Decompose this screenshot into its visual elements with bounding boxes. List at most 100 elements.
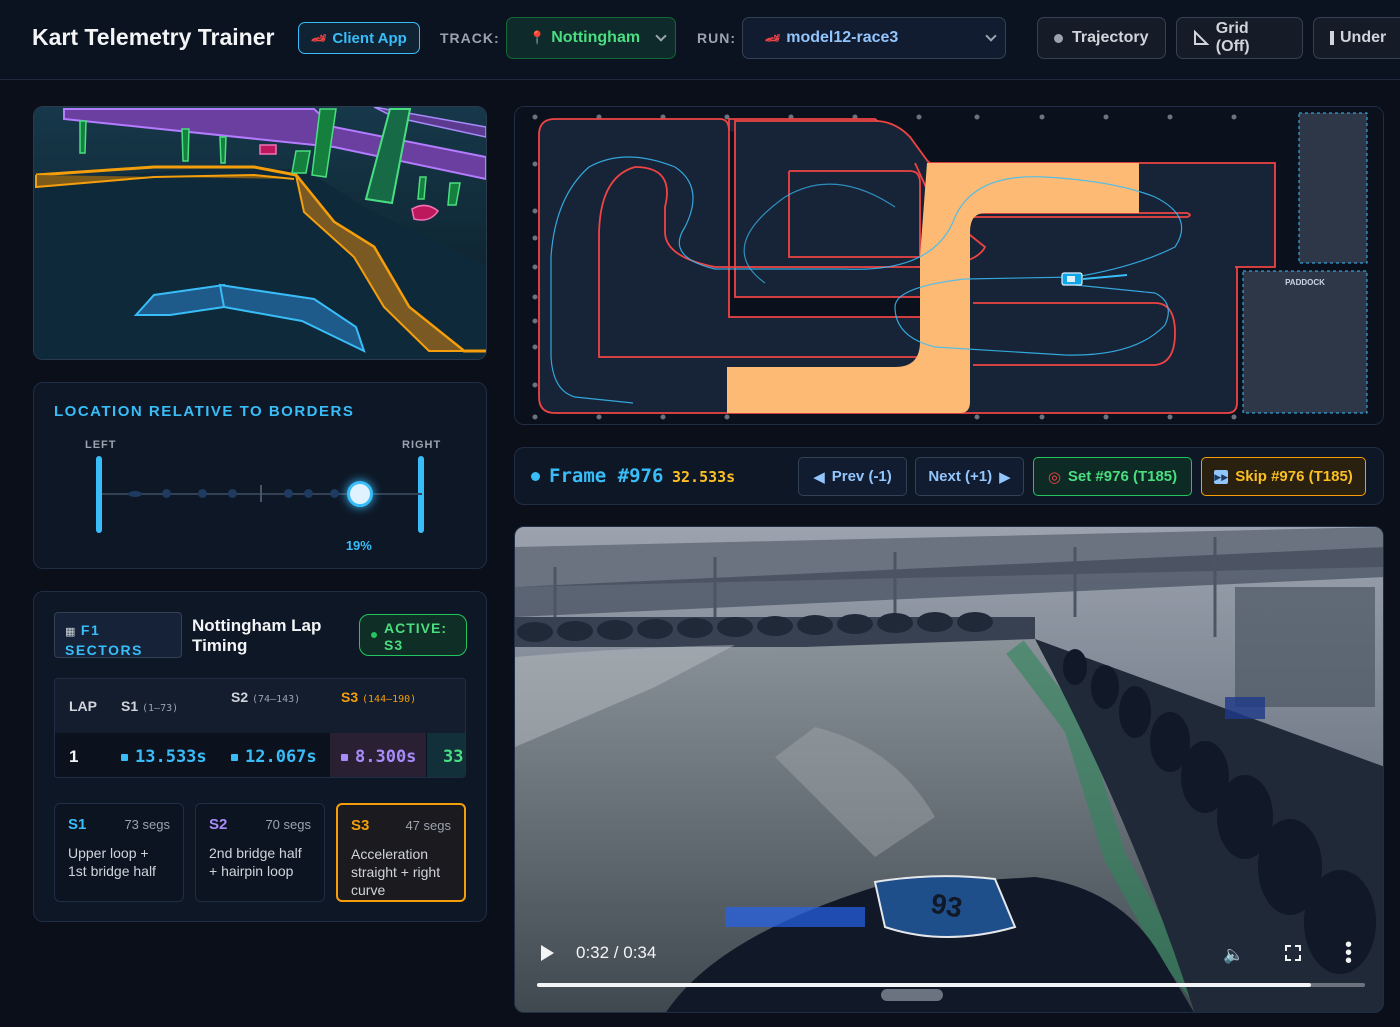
track-map[interactable]: PADDOCK bbox=[514, 106, 1384, 425]
sector-card-name: S3 bbox=[351, 817, 370, 834]
sector-timing-panel: ▦ F1 SECTORS Nottingham Lap Timing ACTIVE… bbox=[33, 591, 487, 922]
right-label: RIGHT bbox=[402, 439, 442, 451]
skip-frame-button[interactable]: ▶▶ Skip #976 (T185) bbox=[1201, 457, 1366, 496]
row-s3: 8.300s bbox=[341, 747, 416, 767]
left-label: LEFT bbox=[85, 439, 117, 451]
border-location-panel: LOCATION RELATIVE TO BORDERS LEFT RIGHT … bbox=[33, 382, 487, 569]
trail-dot bbox=[128, 491, 142, 497]
trajectory-button[interactable]: Trajectory bbox=[1037, 17, 1166, 59]
top-bar: Kart Telemetry Trainer 🏎 Client App TRAC… bbox=[0, 0, 1400, 80]
row-s2: 12.067s bbox=[231, 747, 317, 767]
app-title: Kart Telemetry Trainer bbox=[32, 24, 275, 50]
trail-dot bbox=[304, 489, 313, 498]
client-app-button[interactable]: 🏎 Client App bbox=[298, 22, 420, 54]
ruler-icon bbox=[1194, 30, 1209, 45]
video-progress-bar[interactable] bbox=[537, 983, 1365, 987]
current-position-marker bbox=[346, 481, 373, 507]
run-label: RUN: bbox=[697, 30, 736, 46]
col-s1: S1 (1–73) bbox=[121, 698, 178, 717]
skip-frame-label: Skip #976 (T185) bbox=[1235, 468, 1353, 485]
col-s2: S2 (74–143) bbox=[231, 689, 311, 708]
active-sector-badge: ACTIVE: S3 bbox=[359, 614, 467, 656]
s3-marker-icon bbox=[341, 753, 348, 761]
frame-number: Frame #976 bbox=[549, 465, 664, 487]
col-s2-range: (74–143) bbox=[252, 694, 301, 705]
sector-card-desc: 2nd bridge half + hairpin loop bbox=[209, 845, 302, 879]
row-lap: 1 bbox=[69, 747, 79, 766]
volume-icon[interactable]: 🔈 bbox=[1223, 945, 1244, 965]
s2-marker-icon bbox=[231, 753, 238, 761]
col-lap: LAP bbox=[69, 698, 97, 714]
center-tick bbox=[260, 485, 262, 502]
kart-icon: 🏎 bbox=[765, 31, 781, 45]
kart-icon: 🏎 bbox=[311, 31, 327, 45]
row-s1: 13.533s bbox=[121, 747, 207, 767]
row-total: 33 bbox=[443, 747, 464, 767]
track-label: TRACK: bbox=[440, 30, 500, 46]
track-select[interactable]: 📍 Nottingham bbox=[506, 17, 676, 59]
next-frame-button[interactable]: Next (+1) ▶ bbox=[915, 457, 1024, 496]
fast-forward-icon: ▶▶ bbox=[1214, 469, 1229, 484]
track-select-value: Nottingham bbox=[551, 29, 641, 46]
col-s1-range: (1–73) bbox=[142, 703, 179, 714]
set-frame-label: Set #976 (T185) bbox=[1067, 468, 1178, 485]
pin-icon: 📍 bbox=[529, 30, 546, 45]
next-frame-label: Next (+1) bbox=[928, 468, 993, 485]
trail-dot bbox=[330, 489, 339, 498]
paddock-label: PADDOCK bbox=[1285, 278, 1325, 287]
grid-toggle-label: Grid (Off) bbox=[1215, 20, 1250, 55]
sector-card-s1[interactable]: S1 73 segs Upper loop + 1st bridge half bbox=[54, 803, 184, 902]
sector-card-desc: Upper loop + 1st bridge half bbox=[68, 845, 156, 879]
frame-time: 32.533s bbox=[672, 468, 736, 486]
sector-card-segs: 70 segs bbox=[265, 817, 311, 832]
sector-card-name: S1 bbox=[68, 816, 87, 833]
row-s1-value: 13.533s bbox=[135, 747, 207, 767]
triangle-left-icon: ◀ bbox=[813, 468, 825, 486]
segmentation-mask bbox=[34, 107, 486, 359]
trail-dot bbox=[198, 489, 207, 498]
run-select-value: model12-race3 bbox=[786, 29, 899, 46]
under-label: Under bbox=[1340, 29, 1387, 46]
row-s3-value: 8.300s bbox=[355, 747, 417, 767]
video-progress-fill bbox=[537, 983, 1312, 987]
col-s2-label: S2 bbox=[231, 689, 249, 705]
col-s3-range: (144–190) bbox=[362, 694, 417, 705]
track-map-canvas[interactable]: PADDOCK bbox=[515, 107, 1384, 425]
fullscreen-icon[interactable] bbox=[1285, 945, 1301, 961]
more-options-icon[interactable]: • • • bbox=[1345, 935, 1352, 971]
s1-marker-icon bbox=[121, 753, 128, 761]
trajectory-label: Trajectory bbox=[1072, 29, 1149, 46]
dot-icon bbox=[1054, 33, 1063, 43]
lap-timing-title: Nottingham Lap Timing bbox=[192, 616, 322, 655]
row-s2-value: 12.067s bbox=[245, 747, 317, 767]
border-location-title: LOCATION RELATIVE TO BORDERS bbox=[54, 403, 355, 420]
active-line2: S3 bbox=[384, 637, 404, 653]
video-scroll-handle[interactable] bbox=[881, 989, 943, 1001]
frame-dot-icon bbox=[531, 472, 540, 481]
f1-sectors-badge: ▦ F1 SECTORS bbox=[54, 612, 182, 658]
paddock-area-top bbox=[1298, 112, 1368, 264]
f1-badge-line1: F1 bbox=[80, 622, 101, 638]
sector-card-desc: Acceleration straight + right curve bbox=[351, 846, 441, 898]
border-axis-line bbox=[102, 493, 422, 495]
kart-number: 93 bbox=[929, 888, 965, 924]
chevron-down-icon bbox=[655, 30, 667, 42]
grid-toggle-button[interactable]: Grid (Off) bbox=[1176, 17, 1303, 59]
play-icon[interactable] bbox=[541, 945, 554, 961]
sector-card-segs: 47 segs bbox=[405, 818, 451, 833]
set-frame-button[interactable]: ◎ Set #976 (T185) bbox=[1033, 457, 1192, 496]
paddock-area bbox=[1242, 270, 1368, 414]
run-select[interactable]: 🏎 model12-race3 bbox=[742, 17, 1006, 59]
col-s1-label: S1 bbox=[121, 698, 139, 714]
onboard-video[interactable]: 93 0:32 / 0:34 🔈 • • • bbox=[514, 526, 1384, 1013]
under-button[interactable]: Under bbox=[1313, 17, 1400, 59]
segmentation-view bbox=[33, 106, 487, 360]
col-s3: S3 (144–190) bbox=[341, 689, 421, 708]
table-row[interactable]: 1 13.533s 12.067s 8.300s 33 bbox=[55, 733, 465, 777]
prev-frame-label: Prev (-1) bbox=[831, 468, 892, 485]
chevron-down-icon bbox=[985, 30, 997, 42]
sector-card-s3[interactable]: S3 47 segs Acceleration straight + right… bbox=[336, 803, 466, 902]
triangle-right-icon: ▶ bbox=[999, 468, 1011, 486]
sector-card-s2[interactable]: S2 70 segs 2nd bridge half + hairpin loo… bbox=[195, 803, 325, 902]
prev-frame-button[interactable]: ◀ Prev (-1) bbox=[798, 457, 907, 496]
